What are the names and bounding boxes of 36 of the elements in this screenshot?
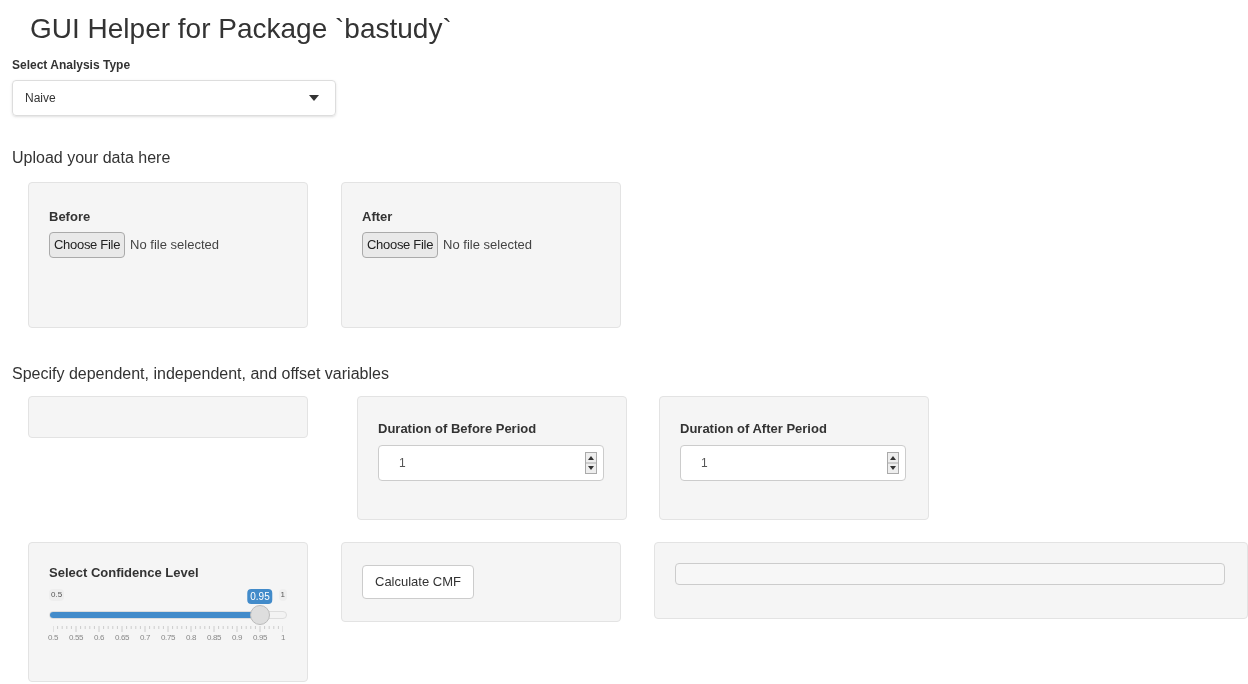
page-title: GUI Helper for Package `bastudy`: [30, 12, 452, 46]
dropdown-value: Naive: [25, 90, 56, 107]
choose-file-button[interactable]: Choose File: [49, 231, 126, 258]
slider-handle[interactable]: [250, 604, 270, 625]
grid-label: 0.5: [48, 632, 58, 643]
max-label: 1: [278, 588, 287, 601]
grid-label: 0.75: [161, 632, 175, 643]
field-label: Duration of After Period: [680, 420, 827, 438]
field-label: Duration of Before Period: [378, 420, 537, 438]
number-field[interactable]: 1: [378, 444, 604, 481]
field-label: Select Analysis Type: [12, 57, 131, 74]
field-label: After: [362, 208, 393, 226]
grid-label: 0.7: [140, 632, 150, 643]
field-label: Select Confidence Level: [49, 564, 199, 582]
section-heading: Specify dependent, independent, and offset variables: [12, 364, 389, 384]
spinner-icon[interactable]: [887, 451, 899, 474]
field-label: Before: [49, 208, 91, 226]
grid-label: 0.6: [94, 632, 104, 643]
value-label: 0.95: [247, 588, 273, 604]
section-heading: Upload your data here: [12, 148, 171, 168]
min-label: 0.5: [49, 588, 65, 601]
grid-label: 0.65: [115, 632, 129, 643]
grid-label: 0.95: [253, 632, 267, 643]
spinner-icon[interactable]: [585, 451, 597, 474]
number-field[interactable]: 1: [680, 444, 906, 481]
analysis-type-dropdown[interactable]: Naive: [12, 80, 336, 116]
file-status: No file selected: [443, 235, 532, 254]
choose-file-button[interactable]: Choose File: [362, 231, 439, 258]
calculate-button[interactable]: Calculate CMF: [362, 565, 474, 599]
grid-label: 0.8: [186, 632, 196, 643]
grid-label: 0.85: [207, 632, 221, 643]
caret-icon: [309, 95, 319, 101]
grid-label: 0.55: [69, 632, 83, 643]
grid-label: 0.9: [232, 632, 242, 643]
grid-label: 1: [280, 632, 286, 643]
file-status: No file selected: [130, 235, 219, 254]
